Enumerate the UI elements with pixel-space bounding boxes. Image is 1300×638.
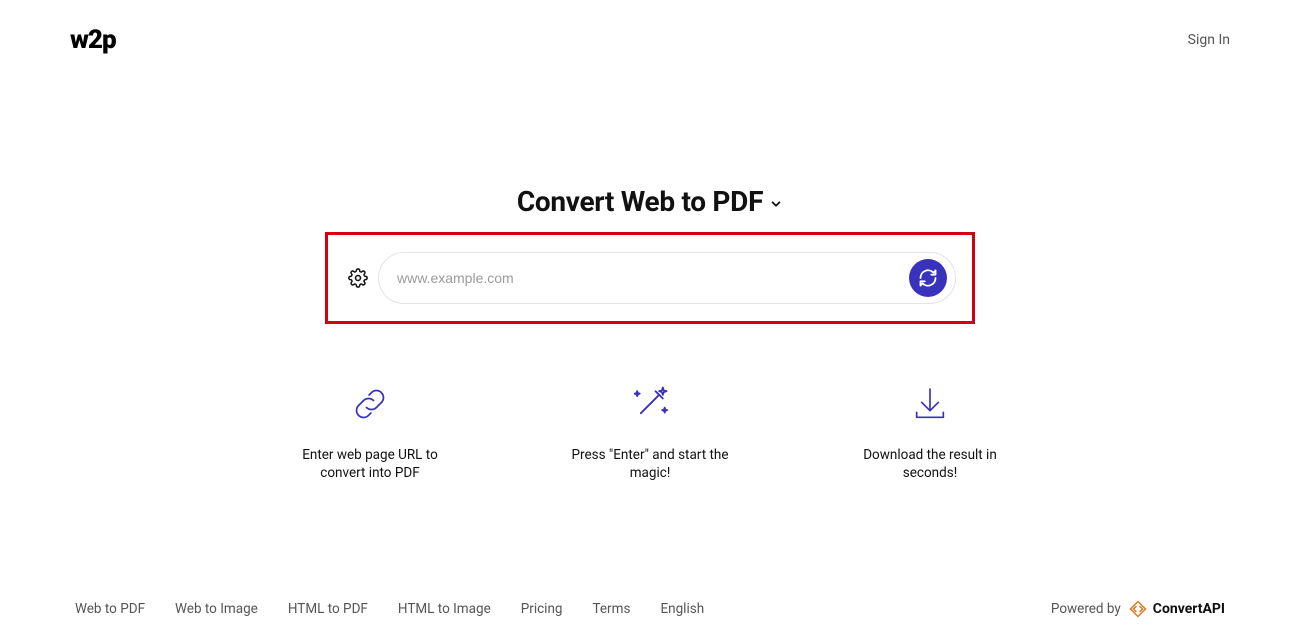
powered-by: Powered by ConvertAPI [1051,600,1225,618]
url-input[interactable] [397,270,899,286]
step-text: Download the result in seconds! [845,446,1015,482]
footer-link-web-to-pdf[interactable]: Web to PDF [75,601,145,617]
steps-row: Enter web page URL to convert into PDF P… [285,384,1015,482]
brand-link[interactable]: ConvertAPI [1129,600,1225,618]
gear-icon [348,268,368,288]
step-magic: Press "Enter" and start the magic! [565,384,735,482]
footer-link-html-to-pdf[interactable]: HTML to PDF [288,601,368,617]
url-bar [378,252,956,304]
magic-wand-icon [628,384,672,424]
footer-link-pricing[interactable]: Pricing [521,601,563,617]
step-enter-url: Enter web page URL to convert into PDF [285,384,455,482]
step-text: Press "Enter" and start the magic! [565,446,735,482]
footer: Web to PDF Web to Image HTML to PDF HTML… [0,600,1300,618]
powered-by-label: Powered by [1051,601,1121,617]
brand-logo-icon [1129,600,1147,618]
step-text: Enter web page URL to convert into PDF [285,446,455,482]
chevron-down-icon[interactable] [769,197,783,211]
footer-link-language[interactable]: English [660,601,704,617]
main: Convert Web to PDF [0,0,1300,638]
footer-link-html-to-image[interactable]: HTML to Image [398,601,491,617]
link-icon [349,384,391,424]
footer-link-terms[interactable]: Terms [593,601,631,617]
footer-link-web-to-image[interactable]: Web to Image [175,601,258,617]
refresh-icon [918,268,938,288]
footer-links: Web to PDF Web to Image HTML to PDF HTML… [75,601,704,617]
url-section-highlight [325,232,975,324]
convert-button[interactable] [909,259,947,297]
brand-name: ConvertAPI [1153,601,1225,617]
download-icon [910,384,950,424]
settings-button[interactable] [348,268,368,288]
step-download: Download the result in seconds! [845,384,1015,482]
page-title[interactable]: Convert Web to PDF [517,185,763,218]
title-row: Convert Web to PDF [517,185,783,218]
